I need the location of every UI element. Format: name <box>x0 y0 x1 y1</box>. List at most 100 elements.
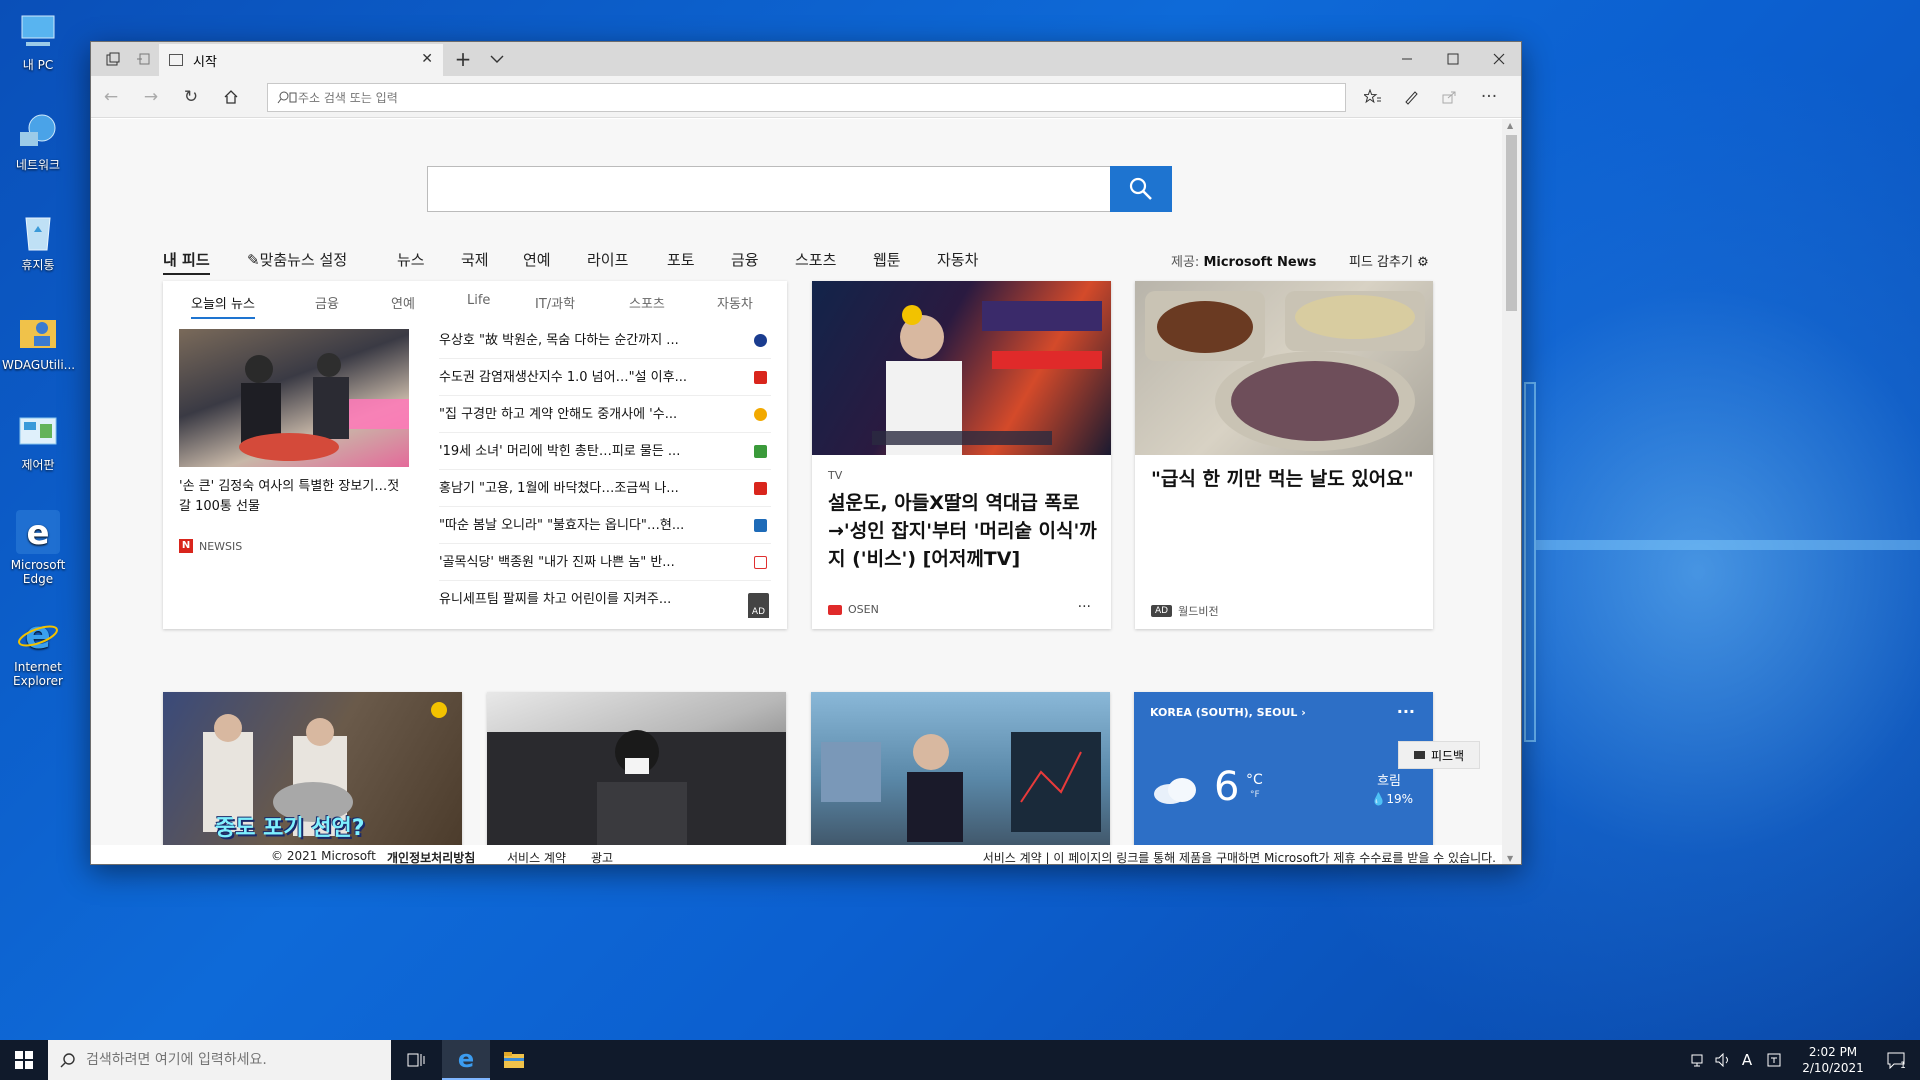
unit-celsius[interactable]: °C <box>1246 772 1263 788</box>
back-button[interactable]: ← <box>97 84 125 110</box>
desktop-icon-this-pc[interactable]: 내 PC <box>2 10 74 72</box>
headline-item[interactable]: '19세 소녀' 머리에 박힌 총탄…피로 물든 ... <box>439 434 771 470</box>
address-bar[interactable] <box>267 83 1346 112</box>
task-view-button[interactable] <box>392 1040 440 1080</box>
share-icon <box>1442 91 1456 104</box>
ad-badge: AD <box>747 593 769 618</box>
nav-entertainment[interactable]: 연예 <box>523 249 551 270</box>
headline-item[interactable]: 수도권 감염재생산지수 1.0 넘어…"설 이후... <box>439 360 771 396</box>
nav-personalize[interactable]: ✎맞춤뉴스 설정 <box>247 249 347 270</box>
search-button[interactable] <box>1110 166 1172 212</box>
tab-life[interactable]: Life <box>467 293 490 308</box>
home-button[interactable] <box>217 84 245 110</box>
headline-item[interactable]: "집 구경만 하고 계약 안해도 중개사에 '수... <box>439 397 771 433</box>
tab-finance[interactable]: 금융 <box>315 293 339 312</box>
tv-story-card[interactable]: TV 설운도, 아들X딸의 역대급 폭로→'성인 잡지'부터 '머리숱 이식'까… <box>812 281 1111 629</box>
desktop-icon-internet-explorer[interactable]: e Internet Explorer <box>2 612 74 688</box>
nav-finance[interactable]: 금융 <box>731 249 759 270</box>
tab-autos[interactable]: 자동차 <box>717 293 753 312</box>
ad-title[interactable]: "급식 한 끼만 먹는 날도 있어요" <box>1151 465 1421 493</box>
taskbar-edge[interactable]: e <box>442 1040 490 1080</box>
taskbar-search-input[interactable] <box>86 1052 366 1068</box>
favorites-button[interactable] <box>1359 84 1387 110</box>
tab-today[interactable]: 오늘의 뉴스 <box>191 293 255 319</box>
desktop-icon-network[interactable]: 네트워크 <box>2 110 74 172</box>
nav-world[interactable]: 국제 <box>461 249 489 270</box>
copyright: © 2021 Microsoft <box>271 849 376 863</box>
nav-sports[interactable]: 스포츠 <box>795 249 836 270</box>
volume-tray-icon[interactable] <box>1712 1040 1734 1080</box>
browser-tab-start[interactable]: 시작 ✕ <box>159 44 443 76</box>
nav-lifestyle[interactable]: 라이프 <box>587 249 628 270</box>
folder-icon <box>504 1052 524 1068</box>
headline-item[interactable]: '골목식당' 백종원 "내가 진짜 나쁜 놈" 반... <box>439 545 771 581</box>
nav-news[interactable]: 뉴스 <box>397 249 425 270</box>
headline-item[interactable]: 유니세프팀 팔찌를 차고 어린이를 지켜주... AD <box>439 582 771 618</box>
network-tray-icon[interactable] <box>1688 1040 1710 1080</box>
weather-more-button[interactable]: ··· <box>1397 702 1415 721</box>
headline-item[interactable]: "따순 봄날 오니라" "불효자는 옵니다"…현... <box>439 508 771 544</box>
terms-link[interactable]: 서비스 계약 <box>507 849 566 864</box>
story-card[interactable]: 중도 포기 선언? <box>163 692 462 864</box>
unit-fahrenheit[interactable]: °F <box>1250 790 1260 800</box>
close-window-button[interactable] <box>1481 42 1517 76</box>
taskbar-search[interactable] <box>48 1040 391 1080</box>
start-button[interactable] <box>0 1040 48 1080</box>
address-input[interactable] <box>298 90 1314 105</box>
ime-indicator[interactable]: A <box>1736 1040 1758 1080</box>
ads-link[interactable]: 광고 <box>591 849 613 864</box>
tv-story-title[interactable]: 설운도, 아들X딸의 역대급 폭로→'성인 잡지'부터 '머리숱 이식'까지 (… <box>828 489 1098 573</box>
ad-image <box>1135 281 1433 455</box>
desktop-icon-recycle-bin[interactable]: 휴지통 <box>2 210 74 272</box>
search-input[interactable] <box>428 167 1108 211</box>
tab-sports[interactable]: 스포츠 <box>629 293 665 312</box>
action-center-button[interactable]: 1 <box>1876 1040 1916 1080</box>
search-icon <box>277 91 297 103</box>
taskbar: e A 2:02 PM 2/10/2021 1 <box>0 1040 1920 1080</box>
ad-card[interactable]: "급식 한 끼만 먹는 날도 있어요" AD 월드비전 <box>1135 281 1433 629</box>
lead-story-image[interactable] <box>179 329 409 467</box>
nav-webtoon[interactable]: 웹툰 <box>873 249 901 270</box>
tv-story-source: OSEN <box>828 603 879 616</box>
maximize-button[interactable] <box>1435 42 1471 76</box>
scrollbar-thumb[interactable] <box>1506 135 1517 311</box>
desktop-icon-wdag[interactable]: WDAGUtili... <box>2 310 75 372</box>
more-menu-button[interactable]: ··· <box>1475 84 1503 110</box>
story-card[interactable] <box>487 692 786 864</box>
tab-it-science[interactable]: IT/과학 <box>535 293 575 312</box>
share-button[interactable] <box>1435 84 1463 110</box>
top-stories-tabs: 오늘의 뉴스 금융 연예 Life IT/과학 스포츠 자동차 <box>163 293 787 319</box>
nav-my-feed[interactable]: 내 피드 <box>163 249 210 275</box>
system-clock[interactable]: 2:02 PM 2/10/2021 <box>1792 1044 1874 1076</box>
taskbar-file-explorer[interactable] <box>490 1040 538 1080</box>
desktop-icon-edge[interactable]: e Microsoft Edge <box>2 510 74 586</box>
nav-photo[interactable]: 포토 <box>667 249 695 270</box>
ime-mode-icon[interactable] <box>1762 1040 1786 1080</box>
notes-button[interactable] <box>1397 84 1425 110</box>
more-options-button[interactable]: ··· <box>1078 599 1091 615</box>
headline-item[interactable]: 우상호 "故 박원순, 목숨 다하는 순간까지 ... <box>439 323 771 359</box>
scroll-down-icon[interactable]: ▼ <box>1507 854 1513 863</box>
hide-feed-button[interactable]: 피드 감추기 ⚙ <box>1349 251 1429 270</box>
weather-card[interactable]: KOREA (SOUTH), SEOUL › ··· 6 °C °F 흐림 💧1… <box>1134 692 1433 864</box>
feedback-button[interactable]: 피드백 <box>1398 741 1480 769</box>
tab-entertainment[interactable]: 연예 <box>391 293 415 312</box>
weather-location[interactable]: KOREA (SOUTH), SEOUL › <box>1150 706 1306 719</box>
headline-text: "따순 봄날 오니라" "불효자는 옵니다"…현... <box>439 518 685 533</box>
new-tab-button[interactable]: + <box>445 42 481 76</box>
tab-close-icon[interactable]: ✕ <box>421 51 433 67</box>
vertical-scrollbar[interactable]: ▲ ▼ <box>1502 119 1521 864</box>
minimize-button[interactable] <box>1389 42 1425 76</box>
forward-button[interactable]: → <box>137 84 165 110</box>
refresh-button[interactable]: ↻ <box>177 84 205 110</box>
privacy-link[interactable]: 개인정보처리방침 <box>387 849 475 864</box>
desktop-icon-control-panel[interactable]: 제어판 <box>2 410 74 472</box>
nav-autos[interactable]: 자동차 <box>937 249 978 270</box>
tab-preview-button[interactable] <box>479 42 515 76</box>
close-icon <box>1493 53 1505 65</box>
scroll-up-icon[interactable]: ▲ <box>1507 121 1513 130</box>
lead-story-caption[interactable]: '손 큰' 김정숙 여사의 특별한 장보기…젓갈 100통 선물 <box>179 477 409 517</box>
headline-item[interactable]: 홍남기 "고용, 1월에 바닥쳤다…조금씩 나... <box>439 471 771 507</box>
story-card[interactable] <box>811 692 1110 864</box>
set-tabs-aside-button[interactable] <box>125 42 161 76</box>
